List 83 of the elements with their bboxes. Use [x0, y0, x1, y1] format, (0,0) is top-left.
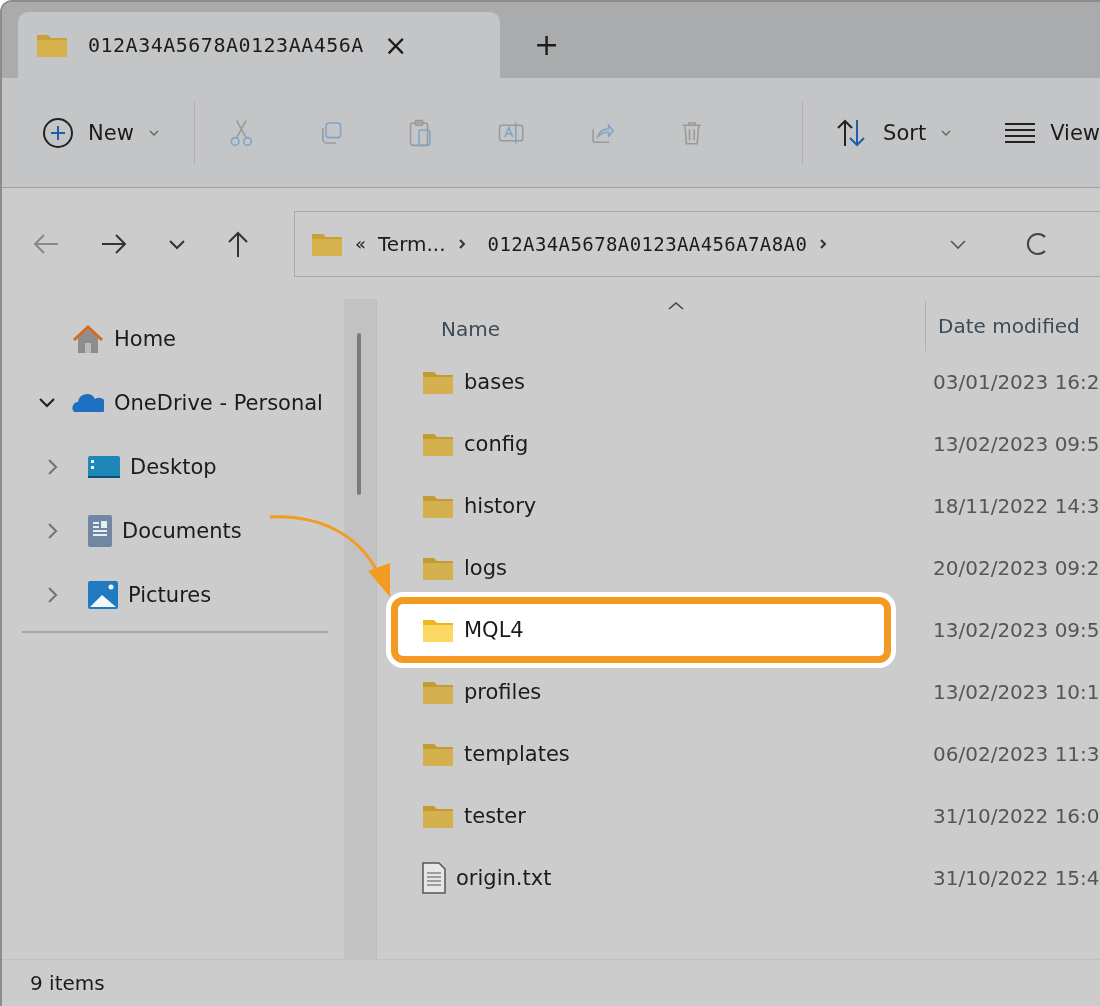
file-name: bases	[464, 370, 525, 394]
list-icon	[1004, 121, 1037, 144]
cloud-icon	[72, 392, 104, 414]
date-cell: 31/10/2022 16:0	[933, 804, 1100, 828]
file-row[interactable]: tester	[391, 789, 891, 843]
folder-icon	[422, 431, 454, 457]
sidebar-item[interactable]: OneDrive - Personal	[2, 371, 344, 435]
sort-button[interactable]: Sort	[835, 117, 953, 148]
folder-icon	[422, 803, 454, 829]
chevron-right-icon[interactable]	[47, 585, 59, 605]
file-row[interactable]: profiles	[391, 665, 891, 719]
overflow-crumb[interactable]: «	[355, 233, 366, 254]
date-cell: 13/02/2023 10:1	[933, 680, 1100, 704]
chevron-right-icon[interactable]	[47, 457, 59, 477]
file-name: profiles	[464, 680, 542, 704]
column-header[interactable]: Name	[381, 317, 925, 351]
folder-icon	[36, 32, 68, 58]
up-icon[interactable]	[226, 229, 250, 258]
date-cell: 20/02/2023 09:2	[933, 556, 1100, 580]
desktop-icon	[88, 455, 120, 479]
image-icon	[88, 581, 118, 609]
file-row[interactable]: templates	[391, 727, 891, 781]
date-cell: 13/02/2023 09:5	[933, 432, 1100, 456]
sidebar-label: Home	[114, 327, 176, 351]
file-name: config	[464, 432, 529, 456]
chevron-down-icon[interactable]	[949, 237, 968, 250]
folder-icon	[422, 617, 454, 643]
chevron-down-icon[interactable]	[37, 397, 57, 409]
chevron-right-icon[interactable]	[47, 521, 59, 541]
sidebar-label: Documents	[122, 519, 242, 543]
refresh-icon[interactable]	[1025, 230, 1048, 257]
text-file-icon	[422, 862, 446, 894]
sidebar-label: Pictures	[128, 583, 212, 607]
sidebar-label: Desktop	[130, 455, 217, 479]
scrollbar-thumb[interactable]	[357, 333, 361, 495]
folder-icon	[422, 493, 454, 519]
forward-icon[interactable]	[100, 231, 128, 256]
sidebar-item[interactable]: Pictures	[2, 563, 344, 627]
date-cell: 03/01/2023 16:2	[933, 370, 1100, 394]
address-bar[interactable]: « Term... 012A34A5678A0123AA456A7A8A0	[294, 210, 1100, 277]
folder-icon	[422, 679, 454, 705]
chevron-right-icon	[457, 237, 466, 250]
date-cell: 06/02/2023 11:3	[933, 742, 1100, 766]
chevron-down-icon[interactable]	[168, 237, 186, 250]
file-name: tester	[464, 804, 526, 828]
column-header[interactable]: Date modified	[925, 301, 1080, 351]
folder-icon	[422, 555, 454, 581]
file-row[interactable]: bases	[391, 355, 891, 409]
document-icon	[88, 515, 112, 547]
file-name: logs	[464, 556, 507, 580]
file-name: templates	[464, 742, 570, 766]
view-button[interactable]: View	[1004, 120, 1100, 145]
file-row[interactable]: origin.txt	[391, 851, 891, 905]
date-cell: 18/11/2022 14:3	[933, 494, 1100, 518]
breadcrumb[interactable]: 012A34A5678A0123AA456A7A8A0	[487, 232, 808, 255]
chevron-right-icon	[819, 237, 828, 250]
file-name: MQL4	[464, 618, 524, 642]
close-tab-button[interactable]: ×	[383, 28, 408, 62]
new-tab-button[interactable]: +	[534, 27, 560, 62]
sidebar-item[interactable]: Home	[2, 307, 344, 371]
item-count: 9 items	[30, 971, 105, 995]
sidebar-label: OneDrive - Personal	[114, 391, 323, 415]
sidebar-item[interactable]: Desktop	[2, 435, 344, 499]
new-button[interactable]: New	[42, 116, 160, 149]
file-row[interactable]: history	[391, 479, 891, 533]
tab-title: 012A34A5678A0123AA456A	[88, 33, 364, 57]
caret-icon	[940, 128, 953, 137]
file-row[interactable]: logs	[391, 541, 891, 595]
home-icon	[72, 324, 104, 354]
caret-icon	[147, 128, 160, 137]
breadcrumb[interactable]: Term...	[378, 231, 446, 256]
sidebar-item[interactable]: Documents	[2, 499, 344, 563]
date-cell: 31/10/2022 15:4	[933, 866, 1100, 890]
file-name: history	[464, 494, 537, 518]
file-row[interactable]: config	[391, 417, 891, 471]
plus-icon	[42, 116, 74, 149]
back-icon[interactable]	[32, 231, 60, 256]
sort-caret-icon	[667, 301, 685, 311]
file-name: origin.txt	[456, 866, 552, 890]
folder-icon	[422, 741, 454, 767]
window-tab[interactable]: 012A34A5678A0123AA456A ×	[18, 12, 500, 78]
date-cell: 13/02/2023 09:5	[933, 618, 1100, 642]
folder-icon	[422, 369, 454, 395]
